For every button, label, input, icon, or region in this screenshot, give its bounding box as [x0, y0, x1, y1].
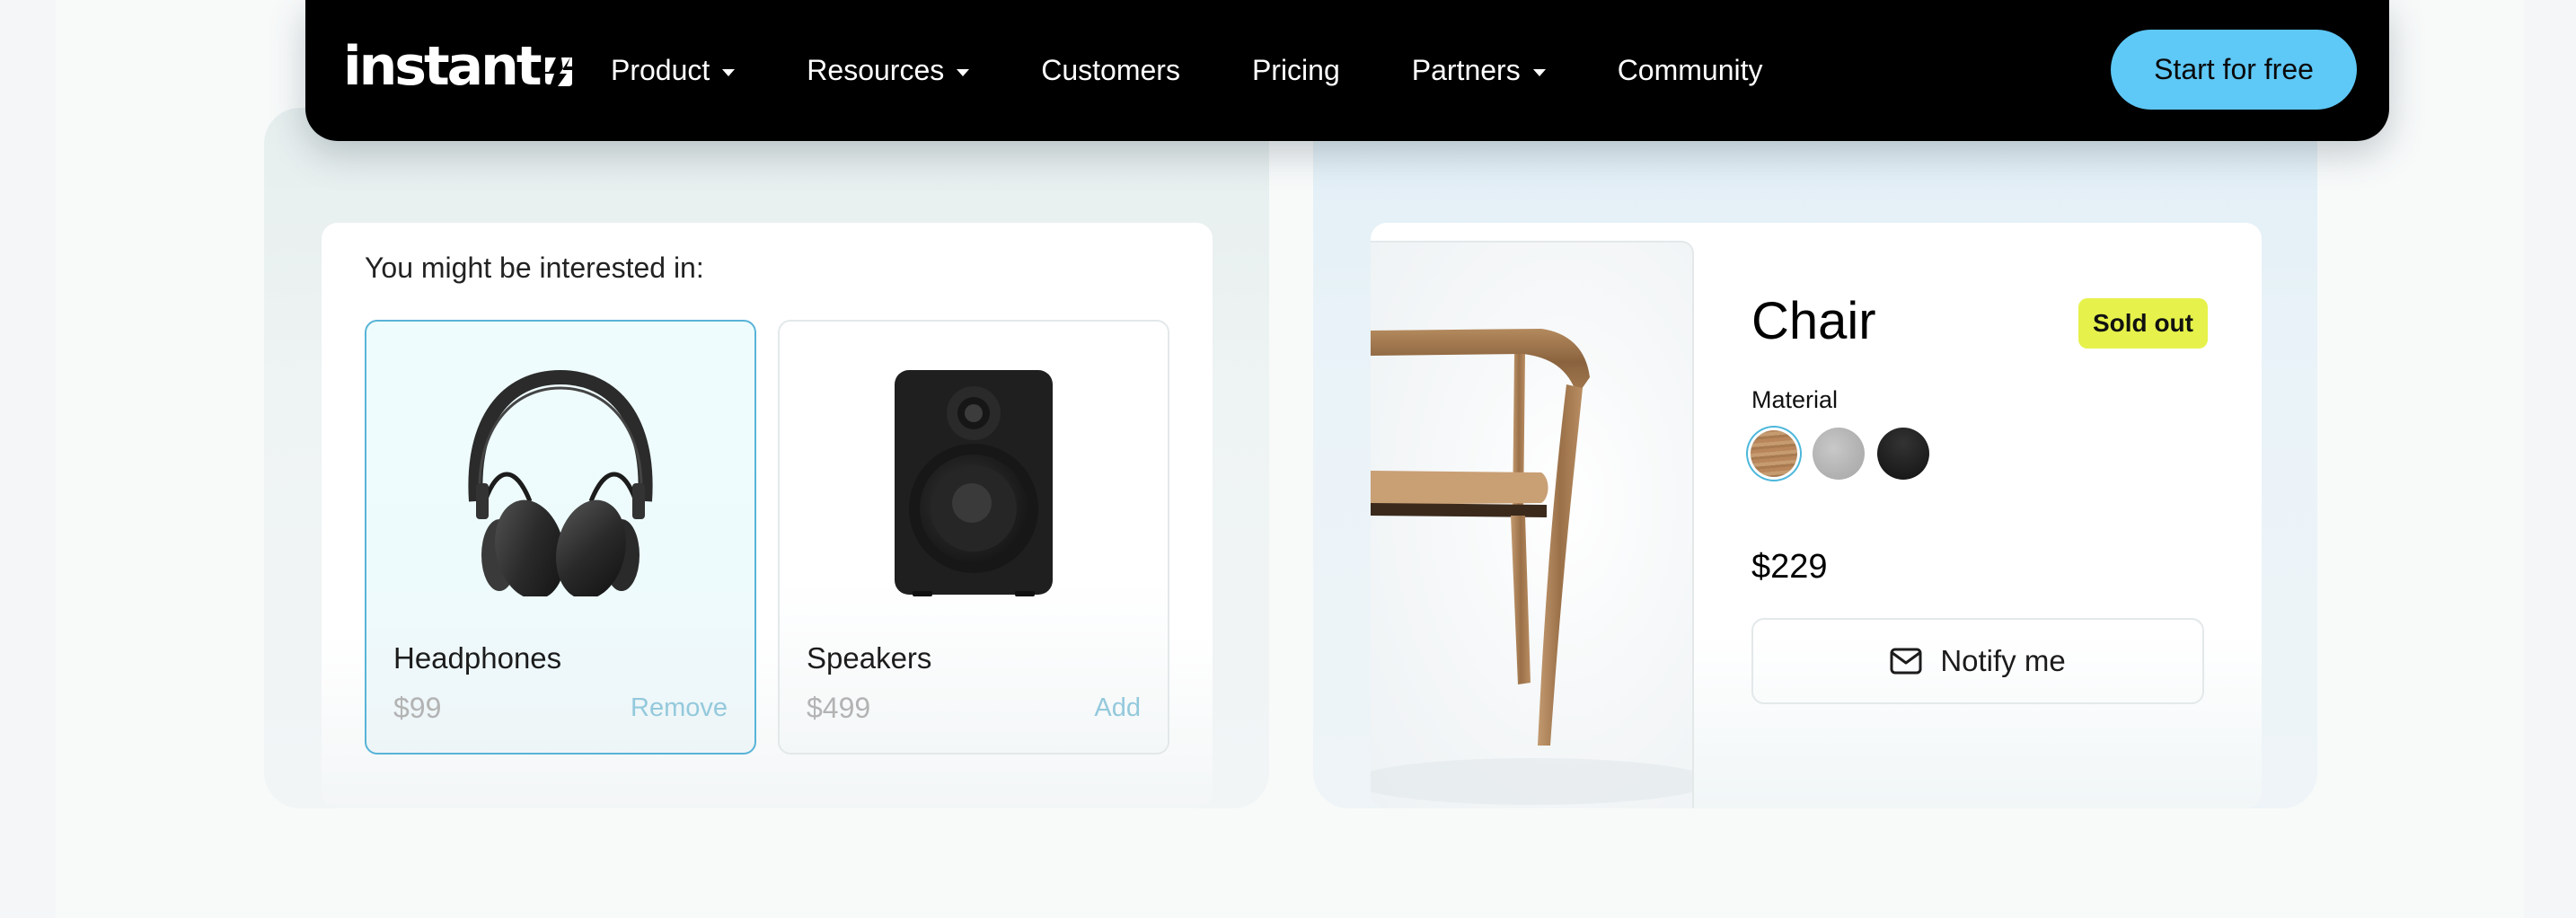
notify-me-button[interactable]: Notify me — [1751, 618, 2204, 704]
product-card-speakers[interactable]: Speakers $499 Add — [778, 320, 1169, 755]
nav-item-resources[interactable]: Resources — [807, 54, 970, 87]
headphones-image — [468, 369, 653, 596]
nav-item-label: Product — [611, 54, 710, 86]
bolt-mark-icon — [544, 57, 572, 86]
chair-image — [1371, 241, 1694, 808]
sold-out-badge: Sold out — [2078, 298, 2208, 349]
remove-button[interactable]: Remove — [631, 693, 728, 723]
material-swatches — [1748, 428, 1942, 480]
speaker-image — [895, 370, 1053, 596]
swatch-black[interactable] — [1877, 428, 1929, 480]
caret-down-icon — [957, 68, 970, 76]
logo[interactable]: instant — [343, 40, 574, 93]
nav-item-label: Community — [1617, 54, 1763, 86]
nav-item-customers[interactable]: Customers — [1041, 54, 1180, 87]
product-detail-panel: Chair Sold out Material $229 Notify me — [1313, 108, 2317, 808]
nav-item-label: Resources — [807, 54, 945, 86]
start-for-free-button[interactable]: Start for free — [2111, 30, 2357, 110]
nav-item-partners[interactable]: Partners — [1412, 54, 1546, 87]
product-card-headphones[interactable]: Headphones $99 Remove — [365, 320, 756, 755]
product-detail-card: Chair Sold out Material $229 Notify me — [1371, 223, 2262, 808]
recommendations-title: You might be interested in: — [365, 252, 704, 284]
nav-item-product[interactable]: Product — [611, 54, 736, 87]
chair-illustration — [1371, 329, 1692, 805]
product-name: Headphones — [393, 641, 562, 675]
nav-item-label: Pricing — [1251, 54, 1340, 86]
swatch-concrete[interactable] — [1813, 428, 1865, 480]
navbar: instant Product Resources Customers Pric… — [305, 0, 2389, 141]
add-button[interactable]: Add — [1094, 693, 1141, 723]
logo-text: instant — [343, 35, 543, 98]
recommendations-card: You might be interested in: Headphones $… — [322, 223, 1213, 808]
mail-icon — [1890, 648, 1922, 675]
notify-me-label: Notify me — [1940, 644, 2066, 677]
caret-down-icon — [722, 68, 736, 76]
nav-item-label: Partners — [1411, 54, 1521, 86]
product-price: $499 — [807, 692, 871, 724]
material-label: Material — [1751, 386, 1839, 413]
product-price: $229 — [1751, 548, 1828, 586]
nav-item-label: Customers — [1041, 54, 1180, 86]
product-name: Speakers — [807, 641, 932, 675]
nav-menu: Product Resources Customers Pricing Part… — [611, 0, 1835, 141]
page: instant Product Resources Customers Pric… — [56, 0, 2524, 918]
product-price: $99 — [393, 692, 442, 724]
nav-item-pricing[interactable]: Pricing — [1252, 54, 1340, 87]
nav-item-community[interactable]: Community — [1618, 54, 1763, 87]
recommendations-panel: You might be interested in: Headphones $… — [264, 108, 1269, 808]
caret-down-icon — [1532, 68, 1546, 76]
swatch-wood[interactable] — [1751, 430, 1797, 477]
product-title: Chair — [1751, 292, 1876, 350]
